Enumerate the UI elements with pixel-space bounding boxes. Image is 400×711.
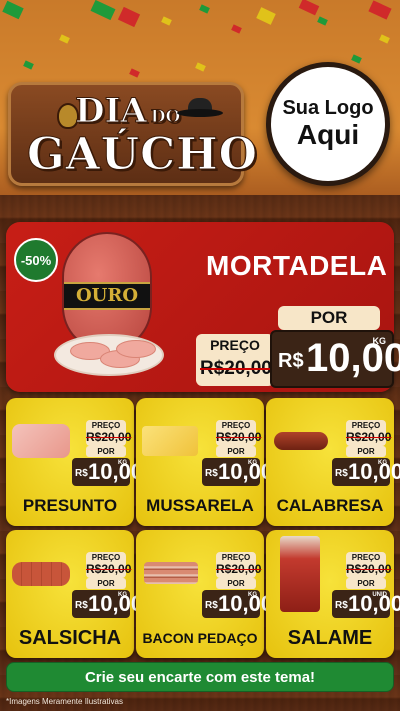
disclaimer-footnote: *Imagens Meramente Ilustrativas: [6, 697, 123, 706]
sliced-mortadela-image: [54, 334, 164, 376]
calabresa-image: [274, 432, 328, 450]
bacon-image: [144, 562, 198, 584]
old-price: R$20,00: [86, 430, 132, 444]
currency: R$: [278, 350, 304, 372]
price-value: 10,00: [218, 591, 274, 616]
product-name: MUSSARELA: [146, 496, 254, 515]
salsicha-image: [12, 562, 70, 586]
product-name: SALAME: [287, 627, 373, 649]
product-name: CALABRESA: [276, 496, 384, 515]
price-unit: KG: [372, 336, 387, 346]
old-price: R$20,00: [216, 562, 262, 576]
price-box: PREÇO R$20,00 POR R$ 10,00 KG: [202, 552, 273, 618]
price-box: PREÇO R$20,00 POR R$ 10,00 KG: [72, 552, 143, 618]
por-label: POR: [278, 306, 380, 330]
brand-label: OURO: [64, 282, 150, 310]
price-box: PREÇO R$20,00 POR R$ 10,00 KG: [332, 420, 400, 486]
banner-title-line1: DIA DO: [75, 91, 181, 132]
price-value: 10,00: [218, 459, 274, 484]
logo-text-line2: Aqui: [296, 119, 360, 151]
preco-label: PREÇO: [210, 337, 260, 353]
event-banner: DIA DO GAÚCHO: [8, 82, 258, 186]
old-price: R$20,00: [346, 562, 392, 576]
product-card-mussarela[interactable]: PREÇO R$20,00 POR R$ 10,00 KG MUSSARELA: [136, 398, 273, 526]
price-value: 10,00: [88, 459, 144, 484]
old-price: R$20,00: [200, 358, 272, 379]
banner-title-line2: GAÚCHO: [26, 129, 259, 181]
gaucho-hat-icon: [177, 97, 223, 117]
create-flyer-button[interactable]: Crie seu encarte com este tema!: [6, 662, 394, 692]
product-card-presunto[interactable]: PREÇO R$20,00 POR R$ 10,00 KG PRESUNTO: [6, 398, 143, 526]
product-card-salsicha[interactable]: PREÇO R$20,00 POR R$ 10,00 KG SALSICHA: [6, 530, 143, 658]
price-box: PREÇO R$20,00 POR R$ 10,00 UNID: [332, 552, 400, 618]
old-price: R$20,00: [216, 430, 262, 444]
product-name: BACON PEDAÇO: [142, 630, 258, 646]
featured-offer[interactable]: OURO -50% MORTADELA POR PREÇO R$20,00 R$…: [6, 222, 400, 392]
price-value: 10,00: [348, 459, 400, 484]
logo-text-line1: Sua Logo: [282, 97, 374, 120]
old-price-box: PREÇO R$20,00: [196, 334, 274, 386]
product-name: PRESUNTO: [22, 496, 118, 515]
product-card-bacon[interactable]: PREÇO R$20,00 POR R$ 10,00 KG BACON PEDAÇO: [136, 530, 273, 658]
logo-placeholder[interactable]: Sua Logo Aqui: [266, 62, 390, 186]
old-price: R$20,00: [346, 430, 392, 444]
price-tag: R$ 10,00 KG: [270, 330, 400, 388]
price-value: 10,00: [88, 591, 144, 616]
product-name: SALSICHA: [18, 627, 122, 649]
presunto-image: [12, 424, 70, 458]
product-card-calabresa[interactable]: PREÇO R$20,00 POR R$ 10,00 KG CALABRESA: [266, 398, 400, 526]
old-price: R$20,00: [86, 562, 132, 576]
price-box: PREÇO R$20,00 POR R$ 10,00 KG: [72, 420, 143, 486]
mussarela-image: [142, 426, 198, 456]
discount-badge: -50%: [14, 238, 58, 282]
salame-image: [280, 536, 320, 612]
price-box: PREÇO R$20,00 POR R$ 10,00 KG: [202, 420, 273, 486]
product-card-salame[interactable]: PREÇO R$20,00 POR R$ 10,00 UNID SALAME: [266, 530, 400, 658]
hero-product-name: MORTADELA: [206, 250, 388, 281]
